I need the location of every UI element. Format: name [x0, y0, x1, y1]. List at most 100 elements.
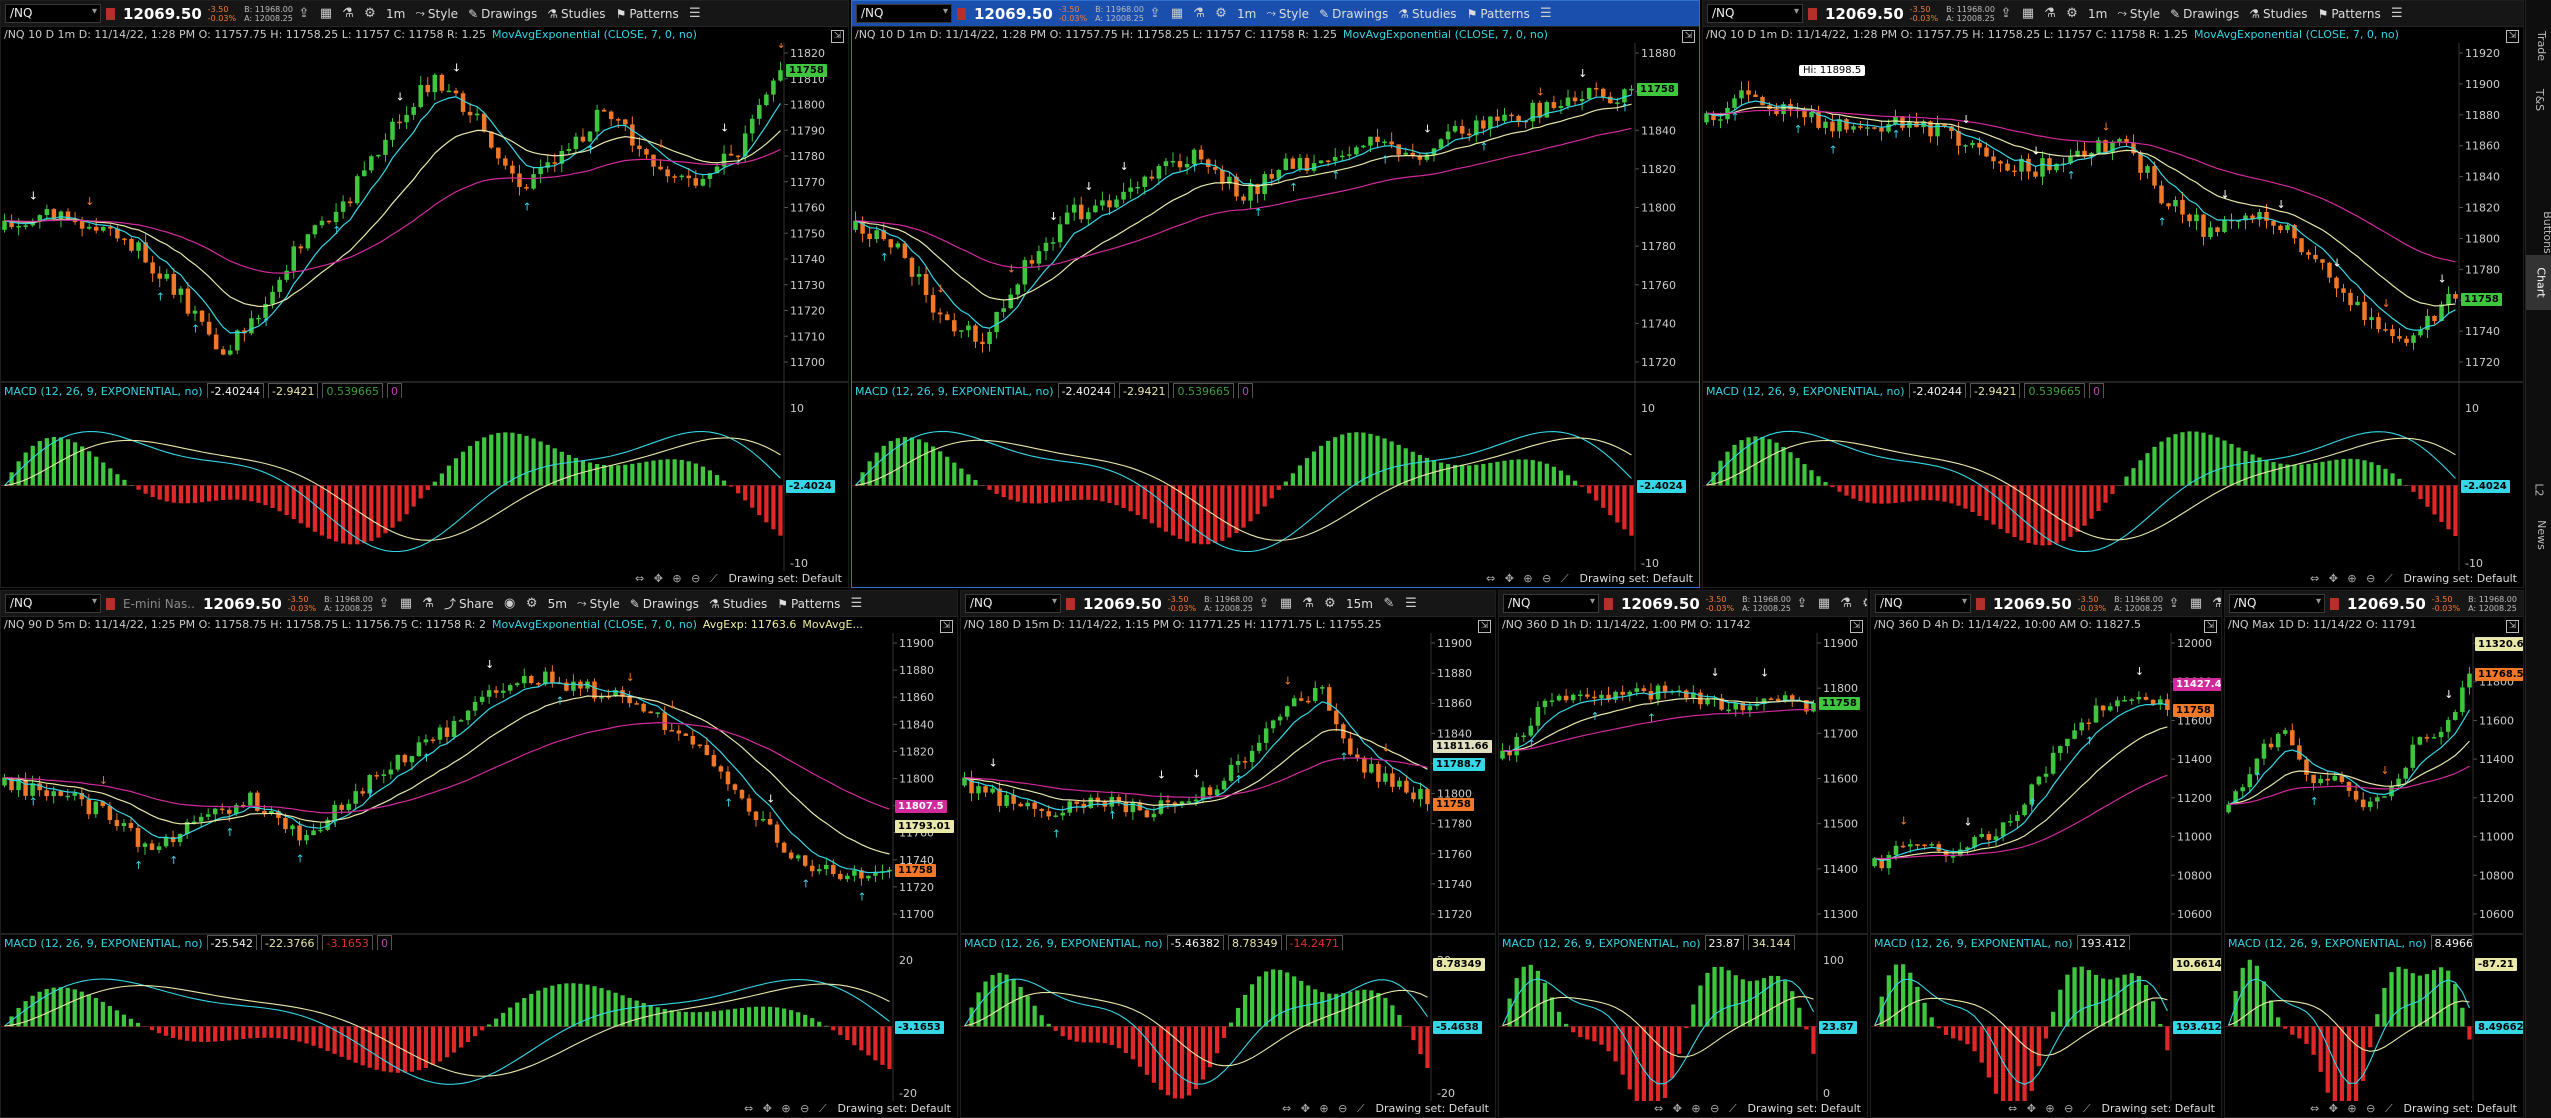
export-icon[interactable]: ⇪	[293, 6, 315, 21]
chart-panel-7[interactable]: /NQ ▾ 12069.50 -3.50 -0.03% B: 11968.00 A: 120…	[1870, 590, 2222, 1118]
grid-icon[interactable]: ▦	[2017, 6, 2039, 21]
aggregation-button[interactable]: 1m	[386, 7, 405, 21]
gear-icon[interactable]: ⚙	[2061, 6, 2083, 21]
gear-icon[interactable]: ⚙	[359, 6, 381, 21]
grid-icon[interactable]: ▦	[1813, 596, 1835, 611]
drawing-set-label[interactable]: Drawing set: Default	[1376, 1101, 1489, 1117]
rail-tab-buttons[interactable]: Buttons	[2526, 210, 2551, 255]
symbol-input[interactable]: /NQ ▾	[1875, 594, 1971, 613]
menu-icon[interactable]: ☰	[684, 6, 706, 21]
chart-panel-5[interactable]: /NQ ▾ 12069.50 -3.50 -0.03% B: 11968.00 A: 120…	[960, 590, 1496, 1118]
camera-icon[interactable]: ◉	[499, 596, 521, 611]
patterns-button[interactable]: ⚑ Patterns	[2318, 7, 2381, 21]
drawings-button[interactable]: ✎ Drawings	[630, 597, 699, 611]
link-color-icon[interactable]	[2330, 597, 2339, 610]
export-icon[interactable]: ⇪	[1791, 596, 1813, 611]
rail-tab-chart[interactable]: Chart	[2526, 255, 2551, 310]
pencil-icon[interactable]: ✎	[1378, 596, 1400, 611]
aggregation-button[interactable]: 5m	[548, 597, 567, 611]
link-color-icon[interactable]	[1066, 597, 1075, 610]
grid-icon[interactable]: ▦	[1275, 596, 1297, 611]
export-icon[interactable]: ⇪	[1995, 6, 2017, 21]
export-icon[interactable]: ⇪	[1253, 596, 1275, 611]
style-button[interactable]: ⤳ Style	[577, 596, 620, 611]
studies-button[interactable]: ⚗ Studies	[2249, 7, 2307, 21]
drawings-button[interactable]: ✎ Drawings	[468, 7, 537, 21]
grid-icon[interactable]: ▦	[315, 6, 337, 21]
drawing-set-label[interactable]: Drawing set: Default	[1580, 571, 1693, 587]
rail-tab-news[interactable]: News	[2526, 510, 2551, 560]
export-icon[interactable]: ⇪	[1144, 6, 1166, 21]
symbol-input[interactable]: /NQ ▾	[2229, 594, 2325, 613]
flask-icon[interactable]: ⚗	[417, 596, 439, 611]
share-button[interactable]: ⤴ Share	[444, 595, 494, 612]
symbol-input[interactable]: /NQ ▾	[5, 594, 101, 613]
zoom-tools[interactable]: ⇔ ✥ ⊕ ⊖ ⟋	[2008, 1101, 2094, 1117]
link-color-icon[interactable]	[1604, 597, 1613, 610]
rail-tab-trade[interactable]: Trade	[2526, 12, 2551, 80]
gear-icon[interactable]: ⚙	[1319, 596, 1341, 611]
style-button[interactable]: ⤳ Style	[415, 6, 458, 21]
aggregation-button[interactable]: 1m	[1237, 7, 1256, 21]
drawing-set-label[interactable]: Drawing set: Default	[729, 571, 842, 587]
drawings-button[interactable]: ✎ Drawings	[2170, 7, 2239, 21]
patterns-button[interactable]: ⚑ Patterns	[616, 7, 679, 21]
gear-icon[interactable]: ⚙	[1210, 6, 1232, 21]
grid-icon[interactable]: ▦	[395, 596, 417, 611]
zoom-tools[interactable]: ⇔ ✥ ⊕ ⊖ ⟋	[635, 571, 721, 587]
gear-icon[interactable]: ⚙	[1857, 596, 1867, 611]
grid-icon[interactable]: ▦	[1166, 6, 1188, 21]
symbol-input[interactable]: /NQ ▾	[856, 4, 952, 23]
flask-icon[interactable]: ⚗	[1188, 6, 1210, 21]
flask-icon[interactable]: ⚗	[1835, 596, 1857, 611]
link-color-icon[interactable]	[106, 7, 115, 20]
flask-icon[interactable]: ⚗	[337, 6, 359, 21]
link-color-icon[interactable]	[1976, 597, 1985, 610]
drawing-set-label[interactable]: Drawing set: Default	[2404, 1101, 2517, 1117]
studies-button[interactable]: ⚗ Studies	[709, 597, 767, 611]
flask-icon[interactable]: ⚗	[2207, 596, 2221, 611]
studies-button[interactable]: ⚗ Studies	[547, 7, 605, 21]
chart-panel-3[interactable]: /NQ ▾ 12069.50 -3.50 -0.03% B: 11968.00 A: 120…	[1702, 0, 2524, 588]
export-icon[interactable]: ⇪	[373, 596, 395, 611]
chart-panel-2[interactable]: /NQ ▾ 12069.50 -3.50 -0.03% B: 11968.00 A: 120…	[851, 0, 1700, 588]
symbol-input[interactable]: /NQ ▾	[1707, 4, 1803, 23]
zoom-tools[interactable]: ⇔ ✥ ⊕ ⊖ ⟋	[1654, 1101, 1740, 1117]
grid-icon[interactable]: ▦	[2185, 596, 2207, 611]
drawings-button[interactable]: ✎ Drawings	[1319, 7, 1388, 21]
drawing-set-label[interactable]: Drawing set: Default	[838, 1101, 951, 1117]
zoom-tools[interactable]: ⇔ ✥ ⊕ ⊖ ⟋	[2310, 571, 2396, 587]
chart-panel-8[interactable]: /NQ ▾ 12069.50 -3.50 -0.03% B: 11968.00 A: 120…	[2224, 590, 2524, 1118]
rail-tab-l2[interactable]: L2	[2526, 470, 2551, 510]
flask-icon[interactable]: ⚗	[2039, 6, 2061, 21]
patterns-button[interactable]: ⚑ Patterns	[1467, 7, 1530, 21]
chart-panel-1[interactable]: /NQ ▾ 12069.50 -3.50 -0.03% B: 11968.00 A: 120…	[0, 0, 849, 588]
menu-icon[interactable]: ☰	[2386, 6, 2408, 21]
export-icon[interactable]: ⇪	[2517, 596, 2524, 611]
style-button[interactable]: ⤳ Style	[2117, 6, 2160, 21]
rail-tab-dashboard[interactable]: Dashboard	[2526, 400, 2551, 470]
drawing-set-label[interactable]: Drawing set: Default	[2102, 1101, 2215, 1117]
symbol-input[interactable]: /NQ ▾	[1503, 594, 1599, 613]
rail-tab-phase-scores[interactable]: Phase Scores	[2526, 310, 2551, 400]
zoom-tools[interactable]: ⇔ ✥ ⊕ ⊖ ⟋	[1486, 571, 1572, 587]
symbol-input[interactable]: /NQ ▾	[5, 4, 101, 23]
flask-icon[interactable]: ⚗	[1297, 596, 1319, 611]
zoom-tools[interactable]: ⇔ ✥ ⊕ ⊖ ⟋	[1282, 1101, 1368, 1117]
link-color-icon[interactable]	[106, 597, 115, 610]
patterns-button[interactable]: ⚑ Patterns	[777, 597, 840, 611]
style-button[interactable]: ⤳ Style	[1266, 6, 1309, 21]
drawing-set-label[interactable]: Drawing set: Default	[1748, 1101, 1861, 1117]
chart-panel-6[interactable]: /NQ ▾ 12069.50 -3.50 -0.03% B: 11968.00 A: 120…	[1498, 590, 1868, 1118]
studies-button[interactable]: ⚗ Studies	[1398, 7, 1456, 21]
menu-icon[interactable]: ☰	[845, 596, 867, 611]
menu-icon[interactable]: ☰	[1400, 596, 1422, 611]
symbol-input[interactable]: /NQ ▾	[965, 594, 1061, 613]
link-color-icon[interactable]	[1808, 7, 1817, 20]
zoom-tools[interactable]: ⇔ ✥ ⊕ ⊖ ⟋	[2310, 1101, 2396, 1117]
zoom-tools[interactable]: ⇔ ✥ ⊕ ⊖ ⟋	[744, 1101, 830, 1117]
gear-icon[interactable]: ⚙	[521, 596, 543, 611]
link-color-icon[interactable]	[957, 7, 966, 20]
aggregation-button[interactable]: 1m	[2088, 7, 2107, 21]
rail-tab-t-s[interactable]: T&S	[2526, 80, 2551, 120]
